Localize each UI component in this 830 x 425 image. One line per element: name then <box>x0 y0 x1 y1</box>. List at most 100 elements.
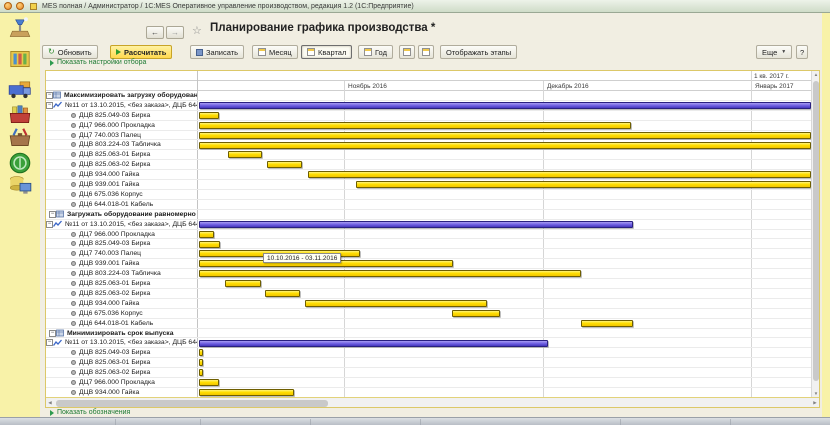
window-minimize-icon[interactable] <box>16 2 24 10</box>
tree-cell[interactable]: ДЦ7 740.003 Палец <box>46 249 197 258</box>
tree-cell[interactable]: ДЦ6 675.036 Корпус <box>46 309 197 318</box>
gantt-item-row[interactable]: ДЦВ 825.063-02 Бирка <box>46 289 811 299</box>
tree-cell[interactable]: ДЦВ 825.049-03 Бирка <box>46 111 197 120</box>
gantt-order-row[interactable]: −№11 от 13.10.2015, <без заказа>, ДЦБ 64… <box>46 101 811 111</box>
gantt-item-row[interactable]: ДЦ6 644.018-01 Кабель <box>46 200 811 210</box>
expand-box-icon[interactable]: − <box>46 92 53 99</box>
shortcut-documents-folder-icon[interactable] <box>7 46 33 72</box>
gantt-item-row[interactable]: ДЦВ 825.063-01 Бирка <box>46 279 811 289</box>
gantt-bar-purple[interactable] <box>199 102 811 109</box>
gantt-bar-purple[interactable] <box>199 221 633 228</box>
gantt-bar-yellow[interactable] <box>199 379 219 386</box>
scale-quarter-button[interactable]: Квартал <box>301 45 352 59</box>
tree-cell[interactable]: ДЦВ 934.000 Гайка <box>46 299 197 308</box>
expand-box-icon[interactable]: − <box>49 330 56 337</box>
gantt-item-row[interactable]: ДЦВ 825.063-01 Бирка <box>46 150 811 160</box>
vertical-scrollbar[interactable]: ▲ ▼ <box>811 71 819 398</box>
gantt-item-row[interactable]: ДЦВ 939.001 Гайка <box>46 259 811 269</box>
show-stages-button[interactable]: Отображать этапы <box>440 45 517 59</box>
tree-cell[interactable]: ДЦ6 675.036 Корпус <box>46 190 197 199</box>
zoom-out-button[interactable] <box>418 45 434 59</box>
gantt-bar-yellow[interactable] <box>199 142 811 149</box>
gantt-item-row[interactable]: ДЦ7 966.000 Прокладка <box>46 230 811 240</box>
gantt-bar-yellow[interactable] <box>267 161 302 168</box>
expand-box-icon[interactable]: − <box>46 102 53 109</box>
scroll-left-icon[interactable]: ◀ <box>46 399 54 407</box>
gantt-item-row[interactable]: ДЦ7 966.000 Прокладка <box>46 121 811 131</box>
gantt-item-row[interactable]: ДЦ7 740.003 Палец <box>46 249 811 259</box>
gantt-bar-yellow[interactable] <box>199 270 581 277</box>
favorite-star-icon[interactable]: ☆ <box>192 24 202 37</box>
show-filter-settings-link[interactable]: Показать настройки отбора <box>50 59 146 66</box>
save-button[interactable]: Записать <box>190 45 244 59</box>
gantt-bar-yellow[interactable] <box>199 122 631 129</box>
tree-cell[interactable]: ДЦ7 966.000 Прокладка <box>46 121 197 130</box>
tree-cell[interactable]: ДЦВ 825.049-03 Бирка <box>46 348 197 357</box>
shortcut-database-computer-icon[interactable] <box>7 172 33 198</box>
gantt-bar-yellow[interactable] <box>356 181 811 188</box>
tree-cell[interactable]: −Загружать оборудование равномерно <box>46 210 197 219</box>
tree-cell[interactable]: ДЦ7 966.000 Прокладка <box>46 230 197 239</box>
gantt-bar-yellow[interactable] <box>452 310 500 317</box>
horizontal-scroll-thumb[interactable] <box>56 400 328 407</box>
show-legend-link[interactable]: Показать обозначения <box>50 409 130 416</box>
gantt-bar-yellow[interactable] <box>199 349 203 356</box>
gantt-bar-yellow[interactable] <box>199 132 811 139</box>
scale-year-button[interactable]: Год <box>358 45 393 59</box>
tree-cell[interactable]: ДЦВ 825.063-01 Бирка <box>46 150 197 159</box>
gantt-item-row[interactable]: ДЦВ 825.063-02 Бирка <box>46 160 811 170</box>
gantt-group-row[interactable]: −Загружать оборудование равномерно <box>46 210 811 220</box>
gantt-bar-yellow[interactable] <box>199 241 220 248</box>
gantt-bar-yellow[interactable] <box>581 320 633 327</box>
gantt-item-row[interactable]: ДЦВ 939.001 Гайка <box>46 180 811 190</box>
gantt-bar-yellow[interactable] <box>265 290 300 297</box>
calculate-button[interactable]: Рассчитать <box>110 45 172 59</box>
tree-cell[interactable]: ДЦВ 939.001 Гайка <box>46 180 197 189</box>
gantt-order-row[interactable]: −№11 от 13.10.2015, <без заказа>, ДЦБ 64… <box>46 339 811 349</box>
gantt-bar-yellow[interactable] <box>228 151 262 158</box>
gantt-item-row[interactable]: ДЦ6 675.036 Корпус <box>46 309 811 319</box>
tree-cell[interactable]: ДЦВ 825.063-02 Бирка <box>46 289 197 298</box>
gantt-item-row[interactable]: ДЦВ 825.063-01 Бирка <box>46 358 811 368</box>
gantt-item-row[interactable]: ДЦВ 803.224-03 Табличка <box>46 141 811 151</box>
gantt-bar-yellow[interactable] <box>199 389 294 396</box>
tree-cell[interactable]: ДЦВ 934.000 Гайка <box>46 170 197 179</box>
vertical-scroll-thumb[interactable] <box>813 81 819 381</box>
gantt-item-row[interactable]: ДЦВ 825.049-03 Бирка <box>46 111 811 121</box>
help-button[interactable]: ? <box>796 45 808 59</box>
tree-cell[interactable]: ДЦВ 825.049-03 Бирка <box>46 240 197 249</box>
gantt-item-row[interactable]: ДЦВ 825.049-03 Бирка <box>46 240 811 250</box>
window-close-icon[interactable] <box>4 2 12 10</box>
tree-cell[interactable]: −Минимизировать срок выпуска <box>46 329 197 338</box>
tree-cell[interactable]: −Максимизировать загрузку оборудования <box>46 91 197 100</box>
expand-box-icon[interactable]: − <box>46 221 53 228</box>
tree-cell[interactable]: ДЦВ 825.063-02 Бирка <box>46 368 197 377</box>
gantt-bar-yellow[interactable] <box>199 359 203 366</box>
tree-cell[interactable]: ДЦВ 825.063-01 Бирка <box>46 279 197 288</box>
gantt-bar-yellow[interactable] <box>225 280 261 287</box>
tree-cell[interactable]: ДЦ6 644.018-01 Кабель <box>46 200 197 209</box>
tree-cell[interactable]: ДЦВ 825.063-02 Бирка <box>46 160 197 169</box>
expand-box-icon[interactable]: − <box>49 211 56 218</box>
gantt-item-row[interactable]: ДЦВ 825.063-02 Бирка <box>46 368 811 378</box>
gantt-bar-yellow[interactable] <box>305 300 487 307</box>
shortcut-toolbox-icon[interactable] <box>7 125 33 151</box>
scale-month-button[interactable]: Месяц <box>252 45 298 59</box>
gantt-bar-yellow[interactable] <box>199 112 219 119</box>
gantt-item-row[interactable]: ДЦВ 934.000 Гайка <box>46 170 811 180</box>
tree-cell[interactable]: ДЦ6 644.018-01 Кабель <box>46 319 197 328</box>
gantt-item-row[interactable]: ДЦВ 934.000 Гайка <box>46 299 811 309</box>
gantt-bar-yellow[interactable] <box>308 171 811 178</box>
scroll-up-icon[interactable]: ▲ <box>812 71 820 79</box>
nav-forward-button[interactable]: → <box>166 26 184 39</box>
tree-cell[interactable]: ДЦВ 803.224-03 Табличка <box>46 141 197 150</box>
gantt-bar-purple[interactable] <box>199 340 548 347</box>
gantt-bar-yellow[interactable] <box>199 231 214 238</box>
tree-cell[interactable]: ДЦ7 740.003 Палец <box>46 131 197 140</box>
gantt-item-row[interactable]: ДЦ7 966.000 Прокладка <box>46 378 811 388</box>
refresh-button[interactable]: ↻ Обновить <box>42 45 98 59</box>
expand-box-icon[interactable]: − <box>46 339 53 346</box>
scroll-right-icon[interactable]: ▶ <box>811 399 819 407</box>
gantt-item-row[interactable]: ДЦ6 675.036 Корпус <box>46 190 811 200</box>
tree-cell[interactable]: ДЦВ 939.001 Гайка <box>46 259 197 268</box>
